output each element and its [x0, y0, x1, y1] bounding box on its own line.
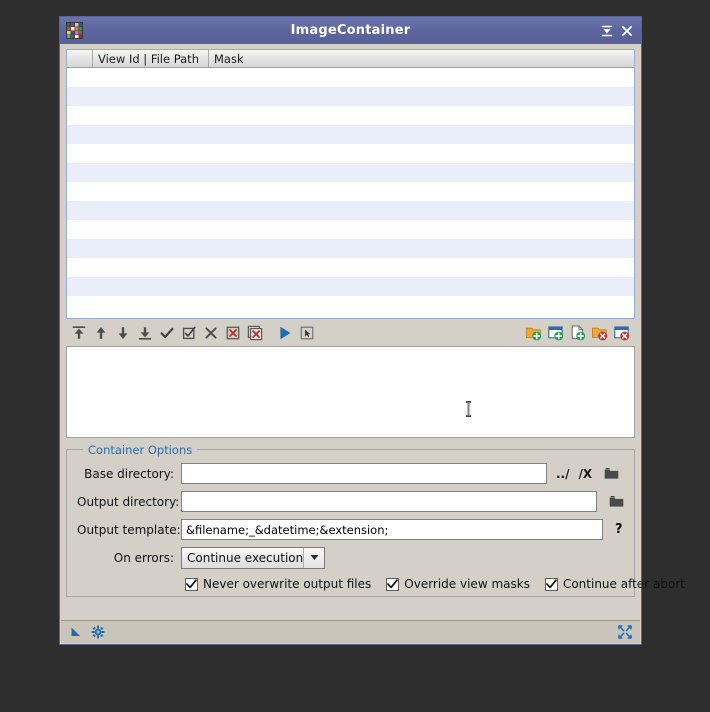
checkmark-icon: [387, 579, 399, 589]
column-header-mask[interactable]: Mask: [209, 50, 634, 67]
on-errors-select[interactable]: Continue execution: [181, 546, 325, 569]
move-down-button[interactable]: [112, 322, 134, 344]
options-checkbox-row: Never overwrite output files Override vi…: [77, 577, 685, 591]
collapse-arrows-icon[interactable]: [616, 623, 634, 641]
table-row[interactable]: [67, 106, 634, 125]
override-view-masks-label: Override view masks: [404, 577, 530, 591]
on-errors-selected-value: Continue execution: [187, 550, 304, 565]
table-row[interactable]: [67, 182, 634, 201]
base-directory-input[interactable]: [181, 463, 547, 484]
window-title: ImageContainer: [290, 23, 411, 38]
checkmark-icon: [546, 579, 557, 589]
chevron-down-icon: [303, 547, 324, 568]
folder-icon: [604, 467, 618, 479]
list-toolbar: [66, 319, 635, 346]
table-row[interactable]: [67, 258, 634, 277]
override-view-masks-checkbox[interactable]: Override view masks: [386, 577, 530, 591]
titlebar[interactable]: ImageContainer: [60, 17, 641, 44]
list-header: View Id | File Path Mask: [67, 50, 634, 68]
column-header-select[interactable]: [67, 50, 93, 67]
on-errors-label: On errors:: [113, 550, 174, 565]
check-all-button[interactable]: [178, 322, 200, 344]
table-row[interactable]: [67, 239, 634, 258]
table-row[interactable]: [67, 277, 634, 296]
log-panel[interactable]: [66, 346, 635, 438]
remove-item-button[interactable]: [222, 322, 244, 344]
output-directory-label: Output directory:: [77, 494, 180, 509]
checkmark-icon: [186, 579, 197, 589]
gear-icon[interactable]: [89, 623, 107, 641]
output-directory-row: Output directory:: [77, 491, 624, 512]
close-icon[interactable]: [619, 23, 635, 39]
uncheck-button[interactable]: [200, 322, 222, 344]
table-row[interactable]: [67, 220, 634, 239]
add-view-button[interactable]: [545, 322, 567, 344]
checkbox-box: [386, 577, 400, 591]
continue-after-abort-checkbox[interactable]: Continue after abort: [544, 577, 685, 591]
output-template-input[interactable]: [181, 519, 603, 540]
table-row[interactable]: [67, 87, 634, 106]
output-template-help-button[interactable]: ?: [615, 522, 623, 537]
base-directory-label: Base directory:: [84, 466, 174, 481]
i-beam-cursor: [466, 401, 471, 417]
output-template-row: Output template: ?: [77, 519, 624, 540]
remove-folder-button[interactable]: [589, 322, 611, 344]
table-row[interactable]: [67, 163, 634, 182]
checkbox-box: [185, 577, 198, 591]
list-body[interactable]: [67, 68, 634, 318]
remove-view-button[interactable]: [611, 322, 633, 344]
table-row[interactable]: [67, 68, 634, 87]
color-grid-icon: [66, 22, 83, 39]
pointer-icon[interactable]: [67, 623, 85, 641]
output-directory-input[interactable]: [181, 491, 597, 512]
table-row[interactable]: [67, 144, 634, 163]
never-overwrite-label: Never overwrite output files: [203, 577, 372, 591]
on-errors-row: On errors: Continue execution: [77, 546, 624, 569]
base-directory-browse-button[interactable]: [603, 466, 619, 482]
base-directory-clear-button[interactable]: /X: [579, 467, 593, 481]
table-row[interactable]: [67, 125, 634, 144]
client-area: View Id | File Path Mask Container Optio…: [60, 44, 685, 616]
move-up-button[interactable]: [90, 322, 112, 344]
continue-after-abort-label: Continue after abort: [562, 577, 685, 591]
file-list-view[interactable]: View Id | File Path Mask: [66, 49, 635, 319]
table-row[interactable]: [67, 201, 634, 220]
image-container-window: ImageContainer View Id | File Path Mask: [59, 16, 685, 645]
remove-all-button[interactable]: [244, 322, 266, 344]
move-to-bottom-button[interactable]: [134, 322, 156, 344]
container-options-legend: Container Options: [83, 443, 198, 457]
move-to-top-button[interactable]: [68, 322, 90, 344]
add-folder-button[interactable]: [523, 322, 545, 344]
never-overwrite-checkbox[interactable]: Never overwrite output files: [185, 577, 371, 591]
base-directory-row: Base directory: ../ /X: [77, 463, 624, 484]
output-directory-browse-button[interactable]: [608, 494, 624, 510]
container-options-group: Container Options Base directory: ../ /X…: [66, 443, 685, 597]
table-row[interactable]: [67, 296, 634, 315]
base-directory-up-button[interactable]: ../: [556, 467, 570, 481]
add-file-button[interactable]: [567, 322, 589, 344]
output-template-label: Output template:: [77, 522, 181, 537]
column-header-viewid[interactable]: View Id | File Path: [93, 50, 209, 67]
select-mode-button[interactable]: [296, 322, 318, 344]
statusbar: [61, 620, 640, 643]
run-button[interactable]: [274, 322, 296, 344]
folder-icon: [609, 495, 623, 507]
shade-icon[interactable]: [599, 23, 615, 39]
check-button[interactable]: [156, 322, 178, 344]
checkbox-box: [544, 577, 558, 591]
